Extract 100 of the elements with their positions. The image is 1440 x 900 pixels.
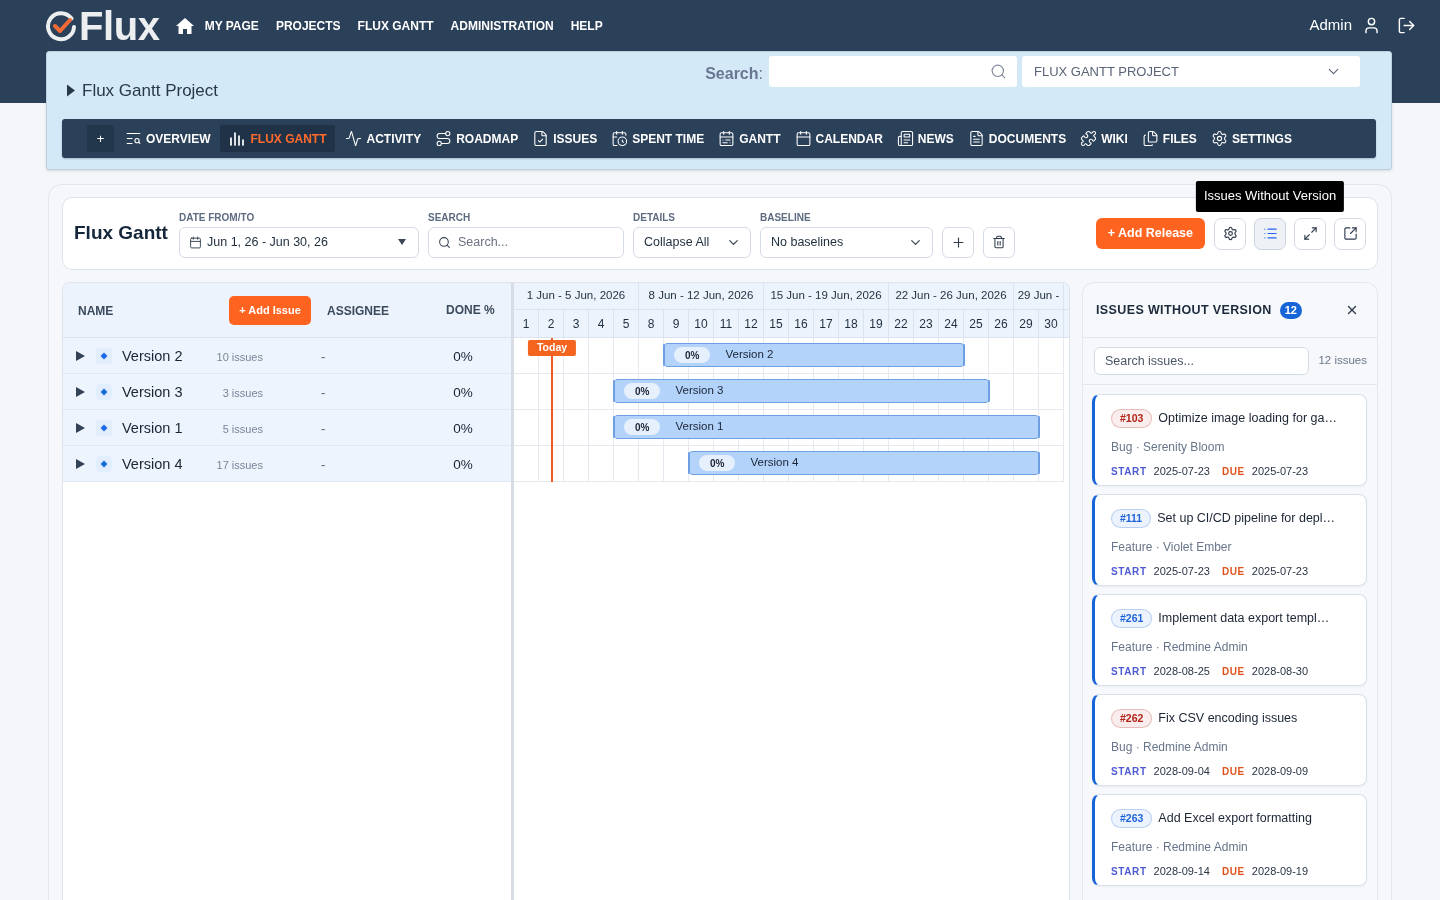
menu-tab[interactable]: CALENDAR bbox=[787, 125, 890, 152]
version-row[interactable]: Version 2 10 issues - 0% bbox=[63, 338, 511, 374]
week-label: 15 Jun - 19 Jun, 2026 bbox=[770, 288, 882, 304]
day-label: 22 bbox=[894, 315, 908, 333]
menu-tab[interactable]: SPENT TIME bbox=[604, 125, 712, 152]
search-issues-field[interactable]: Search issues... bbox=[1094, 347, 1310, 375]
document-icon bbox=[967, 130, 985, 147]
version-bar[interactable]: 0% Version 1 bbox=[614, 415, 1039, 439]
expand-triangle-icon[interactable] bbox=[76, 458, 85, 469]
baseline-select[interactable]: No baselines bbox=[760, 226, 933, 258]
version-bar[interactable]: 0% Version 2 bbox=[664, 343, 964, 367]
version-bar[interactable]: 0% Version 3 bbox=[614, 379, 989, 403]
panel-title: ISSUES WITHOUT VERSION bbox=[1096, 301, 1272, 319]
due-label: DUE bbox=[1221, 664, 1245, 679]
project-select[interactable]: FLUX GANTT PROJECT bbox=[1022, 56, 1360, 87]
issue-card[interactable]: #103 Optimize image loading for ga… Bug · Serenity Bloom START 2025-07-23 DUE 2025-07-23 bbox=[1092, 394, 1367, 486]
external-link-icon bbox=[1342, 226, 1358, 241]
issue-tag[interactable]: #261 bbox=[1111, 609, 1153, 628]
menu-tab[interactable]: NEWS bbox=[889, 125, 961, 152]
start-date: 2028-09-04 bbox=[1153, 764, 1210, 779]
add-button[interactable]: + bbox=[87, 125, 114, 152]
done-cell: 0% bbox=[453, 420, 473, 436]
bar-start-handle[interactable] bbox=[613, 380, 615, 402]
version-name[interactable]: Version 1 bbox=[122, 419, 183, 436]
menu-tab[interactable]: ISSUES bbox=[525, 125, 605, 152]
issue-card[interactable]: #263 Add Excel export formatting Feature · Redmine Admin START 2028-09-14 DUE 2028-09-19 bbox=[1092, 794, 1367, 886]
menu-tab[interactable]: OVERVIEW bbox=[118, 125, 218, 152]
menu-tab[interactable]: SETTINGS bbox=[1203, 125, 1299, 152]
list-view-button[interactable] bbox=[1254, 217, 1286, 250]
day-label: 26 bbox=[994, 315, 1008, 333]
bar-label: Version 2 bbox=[725, 347, 774, 363]
start-date: 2025-07-23 bbox=[1153, 564, 1210, 579]
column-header: NAME bbox=[78, 304, 114, 318]
progress-pill: 0% bbox=[624, 383, 661, 399]
nav-link[interactable]: ADMINISTRATION bbox=[450, 16, 554, 35]
field-label: BASELINE bbox=[760, 211, 811, 224]
date-range-select[interactable]: Jun 1, 26 - Jun 30, 26 bbox=[179, 226, 419, 258]
column-header: DONE % bbox=[446, 302, 495, 319]
version-bar[interactable]: 0% Version 4 bbox=[689, 451, 1039, 475]
bar-start-handle[interactable] bbox=[688, 452, 690, 474]
issue-tag[interactable]: #263 bbox=[1111, 809, 1153, 828]
menu-tab[interactable]: ROADMAP bbox=[428, 125, 526, 152]
issue-meta: Feature · Violet Ember bbox=[1111, 540, 1232, 554]
expand-triangle-icon[interactable] bbox=[76, 386, 85, 397]
issue-tag[interactable]: #111 bbox=[1111, 509, 1152, 528]
search-field[interactable]: Search... bbox=[428, 226, 624, 258]
bar-end-handle[interactable] bbox=[988, 380, 990, 402]
week-label: 8 Jun - 12 Jun, 2026 bbox=[648, 288, 754, 304]
menu-tab[interactable]: FILES bbox=[1134, 125, 1204, 152]
menu-tab[interactable]: ACTIVITY bbox=[338, 125, 429, 152]
menu-tab[interactable]: GANTT bbox=[711, 125, 788, 152]
close-icon[interactable] bbox=[1345, 303, 1359, 317]
issue-tag[interactable]: #103 bbox=[1111, 409, 1153, 428]
version-name[interactable]: Version 2 bbox=[122, 347, 183, 364]
bar-chart-icon bbox=[229, 130, 246, 147]
start-label: START bbox=[1111, 564, 1147, 579]
done-cell: 0% bbox=[453, 348, 473, 364]
nav-link[interactable]: FLUX GANTT bbox=[357, 16, 434, 35]
count-badge: 12 bbox=[1279, 301, 1302, 319]
day-label: 19 bbox=[869, 315, 883, 333]
settings-button[interactable] bbox=[1214, 217, 1246, 250]
issue-tag[interactable]: #262 bbox=[1111, 709, 1153, 728]
bar-label: Version 4 bbox=[750, 455, 799, 471]
version-name[interactable]: Version 3 bbox=[122, 383, 183, 400]
delete-baseline-button[interactable] bbox=[983, 226, 1015, 258]
assignee-cell: - bbox=[321, 348, 326, 364]
nav-link[interactable]: HELP bbox=[570, 16, 603, 35]
menu-tab[interactable]: DOCUMENTS bbox=[960, 125, 1074, 152]
menu-tab[interactable]: WIKI bbox=[1073, 125, 1135, 152]
issue-card[interactable]: #111 Set up CI/CD pipeline for depl… Feature · Violet Ember START 2025-07-23 DUE 2025-07-23 bbox=[1092, 494, 1367, 586]
search-field[interactable] bbox=[769, 56, 1017, 87]
nav-link[interactable]: MY PAGE bbox=[204, 16, 259, 35]
version-row[interactable]: Version 4 17 issues - 0% bbox=[63, 446, 511, 482]
logout-icon[interactable] bbox=[1397, 16, 1416, 35]
menu-tab[interactable]: FLUX GANTT bbox=[220, 125, 336, 152]
open-external-button[interactable] bbox=[1334, 217, 1366, 250]
expand-button[interactable] bbox=[1294, 217, 1326, 250]
version-row[interactable]: Version 1 5 issues - 0% bbox=[63, 410, 511, 446]
version-name[interactable]: Version 4 bbox=[122, 455, 183, 472]
version-row[interactable]: Version 3 3 issues - 0% bbox=[63, 374, 511, 410]
issue-card[interactable]: #261 Implement data export templ… Feature · Redmine Admin START 2028-08-25 DUE 2028-08-30 bbox=[1092, 594, 1367, 686]
home-icon[interactable] bbox=[175, 17, 194, 34]
user-icon[interactable] bbox=[1362, 16, 1381, 35]
expand-triangle-icon[interactable] bbox=[76, 350, 85, 361]
expand-triangle-icon[interactable] bbox=[76, 422, 85, 433]
details-select[interactable]: Collapse All bbox=[633, 226, 751, 258]
search-label: Search: bbox=[705, 64, 763, 84]
nav-link[interactable]: PROJECTS bbox=[275, 16, 341, 35]
bar-end-handle[interactable] bbox=[963, 344, 965, 366]
settings-icon bbox=[1210, 130, 1228, 147]
bar-end-handle[interactable] bbox=[1038, 452, 1040, 474]
bar-start-handle[interactable] bbox=[613, 416, 615, 438]
caret-down-icon bbox=[398, 239, 406, 245]
issue-meta: Feature · Redmine Admin bbox=[1111, 840, 1248, 854]
user-name[interactable]: Admin bbox=[1309, 14, 1352, 37]
caret-icon[interactable] bbox=[67, 84, 75, 97]
bar-end-handle[interactable] bbox=[1038, 416, 1040, 438]
issue-card[interactable]: #262 Fix CSV encoding issues Bug · Redmine Admin START 2028-09-04 DUE 2028-09-09 bbox=[1092, 694, 1367, 786]
bar-start-handle[interactable] bbox=[663, 344, 665, 366]
assignee-cell: - bbox=[321, 420, 326, 436]
